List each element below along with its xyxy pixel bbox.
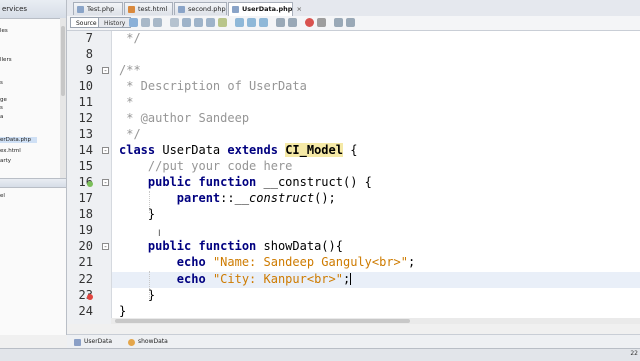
code-line: }: [119, 207, 156, 221]
fold-toggle[interactable]: -: [102, 243, 109, 251]
code-line: */: [119, 31, 141, 45]
line-number: 13: [78, 127, 93, 141]
scroll-thumb[interactable]: [61, 26, 65, 96]
code-line-current: echo "City: Kanpur<br>";: [119, 272, 352, 286]
toggle-highlight-icon[interactable]: [218, 18, 227, 27]
tree-item[interactable]: s: [0, 105, 3, 111]
scroll-thumb[interactable]: [115, 319, 410, 323]
error-marker-icon[interactable]: [87, 294, 93, 300]
line-number: 9: [85, 63, 93, 77]
breadcrumb-class[interactable]: UserData: [73, 337, 112, 347]
tab-second-php[interactable]: second.php: [174, 2, 227, 15]
code-line: echo "Name: Sandeep Ganguly<br>";: [119, 255, 416, 269]
line-number: 22: [78, 272, 93, 286]
toggle-bookmark-icon[interactable]: [259, 18, 268, 27]
stop-macro-icon[interactable]: [317, 18, 326, 27]
line-number: 19: [78, 223, 93, 237]
code-line: *: [119, 95, 134, 109]
method-icon: [128, 339, 135, 346]
line-number: 15: [78, 159, 93, 173]
find-selection-icon[interactable]: [206, 18, 215, 27]
override-marker-icon[interactable]: [87, 181, 93, 187]
line-number: 18: [78, 207, 93, 221]
class-icon: [74, 339, 81, 346]
code-line: /**: [119, 63, 141, 77]
projects-panel: ervices les llers s ge s a erData.php ex…: [0, 0, 67, 335]
line-number: 7: [85, 31, 93, 45]
horizontal-scrollbar[interactable]: [111, 318, 640, 324]
code-line: //put your code here: [119, 159, 293, 173]
find-next-icon[interactable]: [194, 18, 203, 27]
project-scrollbar[interactable]: [60, 18, 66, 178]
line-number: 12: [78, 111, 93, 125]
tree-item[interactable]: a: [0, 114, 3, 120]
find-icon[interactable]: [170, 18, 179, 27]
forward-icon[interactable]: [153, 18, 162, 27]
shift-right-icon[interactable]: [288, 18, 297, 27]
status-bar: 22: [0, 348, 640, 361]
line-number: 20: [78, 239, 93, 253]
code-line: public function showData(){: [119, 239, 343, 253]
line-number: 8: [85, 47, 93, 61]
code-line: * Description of UserData: [119, 79, 307, 93]
mouse-cursor-icon: I: [158, 229, 161, 239]
code-line: */: [119, 127, 141, 141]
code-line: class UserData extends CI_Model {: [119, 143, 358, 157]
html-file-icon: [128, 6, 135, 13]
code-line: parent::__construct();: [119, 191, 336, 205]
tree-item[interactable]: ex.html: [0, 148, 21, 154]
code-navigation-bar: UserData showData: [67, 334, 640, 349]
code-line: * @author Sandeep: [119, 111, 250, 125]
text-caret: [350, 273, 352, 285]
tree-item[interactable]: les: [0, 28, 8, 34]
comment-icon[interactable]: [334, 18, 343, 27]
close-icon[interactable]: ×: [296, 5, 301, 13]
previous-bookmark-icon[interactable]: [235, 18, 244, 27]
line-number-gutter: 7 8 9 10 11 12 13 14 15 16 17 18 19 20 2…: [67, 31, 112, 324]
line-number: 17: [78, 191, 93, 205]
tree-item[interactable]: llers: [0, 57, 12, 63]
class-name-highlight: CI_Model: [285, 143, 343, 157]
php-file-icon: [178, 6, 185, 13]
line-number: 14: [78, 143, 93, 157]
line-number: 21: [78, 255, 93, 269]
tab-test-html[interactable]: test.html: [124, 2, 173, 15]
tree-item-userdata-php[interactable]: erData.php: [0, 137, 37, 143]
tab-userdata-php[interactable]: UserData.php ×: [228, 2, 302, 16]
caret-position: 22: [630, 350, 638, 357]
line-number: 24: [78, 304, 93, 318]
editor-toolbar: Source History: [67, 16, 640, 31]
tab-test-php[interactable]: Test.php: [73, 2, 123, 15]
line-number: 11: [78, 95, 93, 109]
history-button[interactable]: History: [98, 17, 132, 28]
code-line: }: [119, 288, 156, 302]
tree-item[interactable]: arty: [0, 158, 11, 164]
breadcrumb-method[interactable]: showData: [127, 337, 168, 347]
record-macro-icon[interactable]: [305, 18, 314, 27]
tree-item[interactable]: ge: [0, 97, 7, 103]
php-file-icon: [232, 6, 239, 13]
code-line: public function __construct() {: [119, 175, 372, 189]
editor-tab-bar: Test.php test.html second.php UserData.p…: [67, 0, 640, 17]
next-bookmark-icon[interactable]: [247, 18, 256, 27]
panel-divider[interactable]: [0, 178, 66, 188]
tree-item[interactable]: s: [0, 80, 3, 86]
fold-toggle[interactable]: -: [102, 179, 109, 187]
php-file-icon: [77, 6, 84, 13]
back-icon[interactable]: [141, 18, 150, 27]
fold-toggle[interactable]: -: [102, 147, 109, 155]
code-editor[interactable]: 7 8 9 10 11 12 13 14 15 16 17 18 19 20 2…: [67, 31, 640, 324]
shift-left-icon[interactable]: [276, 18, 285, 27]
last-edit-icon[interactable]: [129, 18, 138, 27]
line-number: 10: [78, 79, 93, 93]
find-previous-icon[interactable]: [182, 18, 191, 27]
uncomment-icon[interactable]: [346, 18, 355, 27]
code-line: }: [119, 304, 127, 318]
fold-toggle[interactable]: -: [102, 67, 109, 75]
navigator-item[interactable]: el: [0, 193, 5, 199]
services-tab[interactable]: ervices: [0, 0, 66, 19]
